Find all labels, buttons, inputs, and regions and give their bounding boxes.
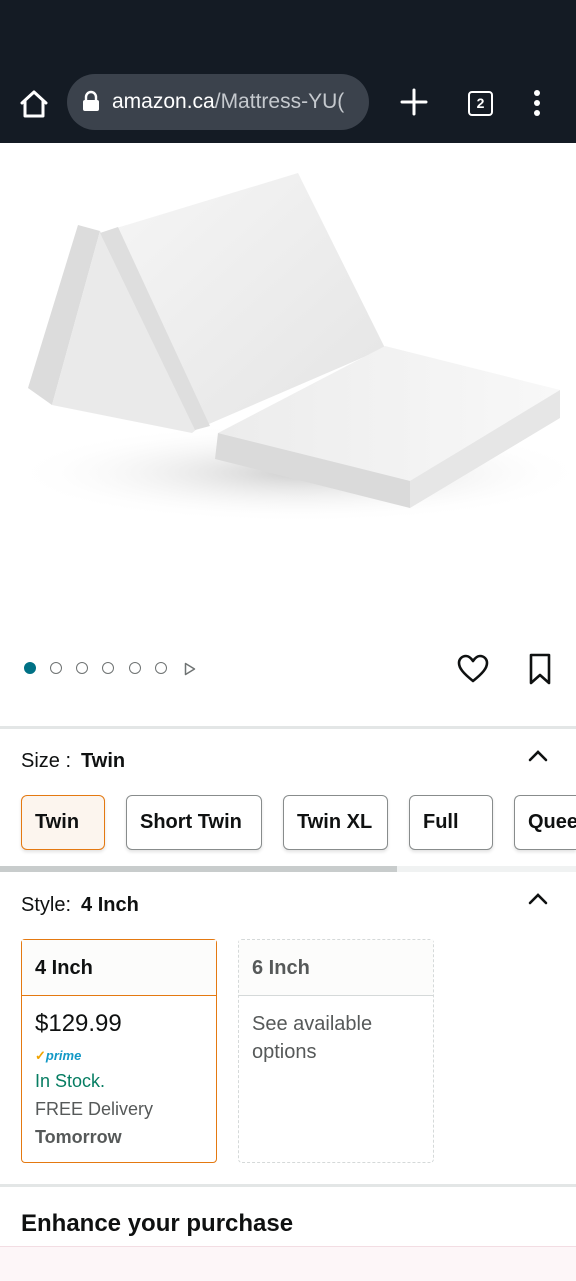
prime-badge-text: prime [45,1048,82,1063]
carousel-dot[interactable] [102,662,114,674]
delivery-day: Tomorrow [35,1127,122,1147]
url-text: amazon.ca/Mattress-YU( [112,90,344,114]
carousel-dot[interactable] [76,662,88,674]
heart-icon[interactable] [457,654,489,684]
style-option-4-inch[interactable]: 4 Inch $129.99 ✓prime In Stock. FREE Del… [21,939,217,1163]
url-domain: amazon.ca [112,90,215,113]
divider [0,726,576,729]
carousel-dot[interactable] [50,662,62,674]
style-label-text: Style: [21,894,72,916]
carousel-dot[interactable] [24,662,36,674]
plus-icon[interactable] [398,86,430,118]
lock-icon [83,90,99,111]
prime-badge: ✓prime [35,1048,81,1064]
promo-strip [0,1246,576,1281]
style-option-name: 4 Inch [22,940,216,996]
tabs-count-button[interactable]: 2 [468,91,493,116]
size-label: Size : Twin [21,750,125,773]
size-option-short-twin[interactable]: Short Twin [126,795,262,850]
style-option-name: 6 Inch [239,940,433,996]
carousel-dot[interactable] [129,662,141,674]
divider [0,1184,576,1187]
more-vert-icon[interactable] [526,88,548,118]
style-selected-value: 4 Inch [81,894,139,916]
size-scroll-thumb[interactable] [0,866,397,872]
size-option-twin[interactable]: Twin [21,795,105,850]
chevron-up-icon[interactable] [527,748,549,762]
bookmark-icon[interactable] [528,653,552,685]
chevron-up-icon[interactable] [527,891,549,905]
size-selected-value: Twin [81,750,126,772]
size-option-queen[interactable]: Queen [514,795,576,850]
home-icon[interactable] [14,84,54,124]
product-image[interactable] [0,143,576,638]
style-label: Style: 4 Inch [21,894,139,917]
carousel-dot[interactable] [155,662,167,674]
url-bar[interactable]: amazon.ca/Mattress-YU( [67,74,369,130]
prime-check-icon: ✓ [35,1048,46,1063]
video-play-icon[interactable] [184,662,196,676]
size-option-twin-xl[interactable]: Twin XL [283,795,388,850]
enhance-purchase-heading: Enhance your purchase [21,1210,294,1237]
price: $129.99 [35,1010,122,1037]
size-label-text: Size : [21,750,72,772]
url-path: /Mattress-YU( [214,90,345,113]
see-available-options: See available options [252,1013,373,1063]
size-option-full[interactable]: Full [409,795,493,850]
style-option-6-inch[interactable]: 6 Inch See available options [238,939,434,1163]
stock-status: In Stock. [35,1071,106,1091]
delivery-text: FREE Delivery [35,1099,154,1119]
browser-toolbar: amazon.ca/Mattress-YU( 2 [0,0,576,143]
